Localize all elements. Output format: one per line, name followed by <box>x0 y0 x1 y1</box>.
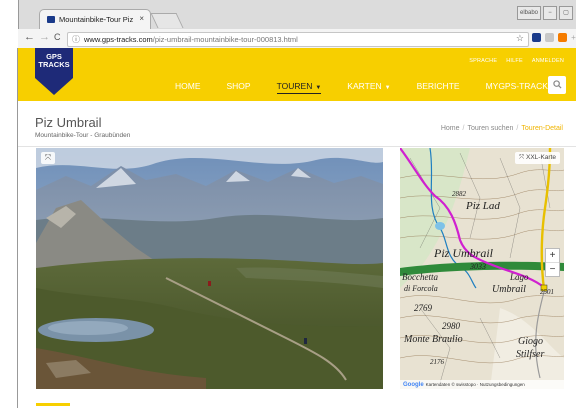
maximize-button[interactable]: ▢ <box>559 6 573 20</box>
tab-title: Mountainbike-Tour Piz U <box>59 15 133 24</box>
map-label: Monte Braulio <box>404 334 463 345</box>
logo-text: GPS TRACKS <box>35 53 73 69</box>
extension-icon[interactable] <box>532 33 541 42</box>
breadcrumb-search[interactable]: Touren suchen <box>467 125 513 132</box>
tour-photo[interactable]: ⤧ <box>36 148 383 389</box>
map-label: 2882 <box>452 190 466 198</box>
chevron-down-icon: ▼ <box>315 85 322 91</box>
utility-help[interactable]: HILFE <box>506 58 523 64</box>
browser-tab[interactable]: Mountainbike-Tour Piz U × <box>39 9 151 30</box>
nav-mygps-label: MYGPS-TRACKS <box>485 81 554 91</box>
nav-shop[interactable]: SHOP <box>227 81 251 94</box>
nav-karten[interactable]: KARTEN ▼ <box>347 81 390 94</box>
browser-toolbar: ← → C ⓘ www.gps-tracks.com/piz-umbrail-m… <box>18 29 576 49</box>
nav-berichte[interactable]: BERICHTE <box>417 81 460 94</box>
section-accent-bar <box>36 403 70 406</box>
tour-map[interactable]: 2882 Piz Lad Piz Umbrail 3033 Bocchetta … <box>400 148 564 389</box>
expand-icon[interactable]: ⤧ <box>41 152 55 164</box>
map-label: Bocchetta <box>402 272 438 282</box>
extension-plus-icon[interactable]: + <box>569 33 576 42</box>
expand-icon: ⤧ <box>518 154 526 161</box>
map-label: Umbrail <box>492 284 526 295</box>
logo-line2: TRACKS <box>38 60 70 69</box>
profile-button[interactable]: elbabo <box>517 6 541 20</box>
utility-nav: SPRACHE HILFE ANMELDEN <box>469 58 564 64</box>
map-label: di Forcola <box>404 284 438 293</box>
map-label: 2769 <box>414 303 432 313</box>
forward-icon[interactable]: → <box>39 31 50 43</box>
utility-language[interactable]: SPRACHE <box>469 58 497 64</box>
minimize-button[interactable]: − <box>543 6 557 20</box>
nav-touren-label: TOUREN <box>276 81 313 91</box>
reload-icon[interactable]: C <box>54 32 61 42</box>
map-label: 2176 <box>430 358 444 366</box>
nav-shop-label: SHOP <box>226 81 251 91</box>
map-label: Stilfser <box>516 349 545 360</box>
address-bar[interactable]: ⓘ www.gps-tracks.com/piz-umbrail-mountai… <box>67 32 529 47</box>
nav-touren[interactable]: TOUREN ▼ <box>276 81 322 94</box>
map-label: Piz Lad <box>466 200 500 212</box>
close-tab-icon[interactable]: × <box>139 14 144 23</box>
map-zoom-controls: + − <box>545 248 560 277</box>
site-header: GPS TRACKS SPRACHE HILFE ANMELDEN HOME S… <box>18 48 576 101</box>
search-button[interactable] <box>548 76 566 94</box>
breadcrumb-current: Touren-Detail <box>521 125 563 132</box>
google-logo: Google <box>403 382 424 388</box>
breadcrumb: Home / Touren suchen / Touren-Detail <box>440 125 563 132</box>
utility-login[interactable]: ANMELDEN <box>532 58 564 64</box>
map-attribution: Google Kartendaten © swisstopo · Nutzungs… <box>400 380 564 389</box>
site-favicon-icon <box>47 16 55 23</box>
nav-home-label: HOME <box>175 81 201 91</box>
map-attribution-text[interactable]: Kartendaten © swisstopo · Nutzungsbeding… <box>426 382 525 387</box>
nav-berichte-label: BERICHTE <box>416 81 460 91</box>
header-divider <box>18 146 576 147</box>
map-label: Piz Umbrail <box>434 246 494 260</box>
breadcrumb-home[interactable]: Home <box>441 125 460 132</box>
extension-icon[interactable] <box>545 33 554 42</box>
map-label: 2980 <box>442 321 460 331</box>
xxl-map-label: XXL-Karte <box>526 154 556 161</box>
nav-karten-label: KARTEN <box>347 81 382 91</box>
nav-home[interactable]: HOME <box>175 81 201 94</box>
xxl-map-button[interactable]: ⤧ XXL-Karte <box>514 152 560 164</box>
map-label: Lago <box>510 272 529 282</box>
bookmark-star-icon[interactable]: ☆ <box>516 33 524 44</box>
search-icon <box>552 80 562 89</box>
page-title: Piz Umbrail <box>35 115 102 130</box>
info-icon[interactable]: ⓘ <box>72 34 80 45</box>
url-domain: www.gps-tracks.com <box>84 34 153 44</box>
extension-icon[interactable] <box>558 33 567 42</box>
page-content: Piz Umbrail Mountainbike-Tour - Graubünd… <box>18 101 576 408</box>
url-path: /piz-umbrail-mountainbike-tour-000813.ht… <box>152 34 298 44</box>
zoom-in-button[interactable]: + <box>546 249 559 263</box>
chevron-down-icon: ▼ <box>384 85 391 91</box>
map-label: 3033 <box>470 262 486 271</box>
map-label: Giogo <box>518 336 543 347</box>
site-logo[interactable]: GPS TRACKS <box>35 48 73 95</box>
page-subtitle: Mountainbike-Tour - Graubünden <box>35 132 131 139</box>
url-text[interactable]: www.gps-tracks.com/piz-umbrail-mountainb… <box>84 35 298 44</box>
map-label: 2501 <box>540 288 554 296</box>
tour-photo-image <box>36 148 383 389</box>
main-nav: HOME SHOP TOUREN ▼ KARTEN ▼ BERICHTE MYGPS… <box>175 81 576 94</box>
back-icon[interactable]: ← <box>24 31 35 43</box>
new-tab-button[interactable] <box>150 13 184 28</box>
window-controls: elbabo − ▢ <box>517 6 573 20</box>
zoom-out-button[interactable]: − <box>546 263 559 276</box>
